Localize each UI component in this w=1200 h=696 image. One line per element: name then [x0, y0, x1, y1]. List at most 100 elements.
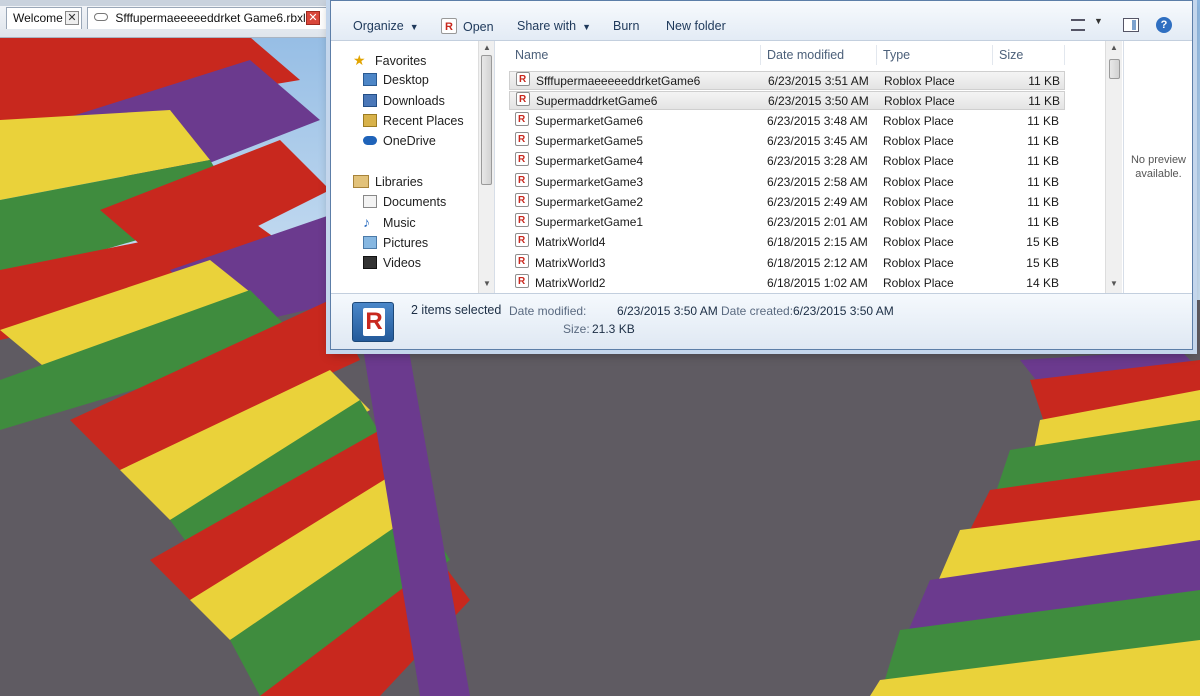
burn-label: Burn	[613, 19, 640, 33]
file-name: SupermarketGame1	[535, 215, 644, 230]
share-with-button[interactable]: Share with ▼	[517, 15, 591, 37]
nav-downloads-label: Downloads	[383, 94, 445, 108]
file-row[interactable]: R SupermarketGame2 6/23/2015 2:49 AM Roblox…	[509, 192, 1065, 212]
roblox-icon: R	[515, 111, 529, 126]
help-icon[interactable]: ?	[1156, 17, 1172, 33]
nav-documents-label: Documents	[383, 195, 447, 209]
roblox-icon: R	[441, 18, 457, 34]
nav-scroll-thumb[interactable]	[481, 55, 492, 185]
file-name: SupermarketGame5	[535, 133, 644, 148]
tab-welcome-label: Welcome	[13, 11, 63, 25]
file-date-modified: 6/23/2015 3:48 AM	[767, 113, 868, 128]
file-name: MatrixWorld2	[535, 276, 606, 290]
close-icon[interactable]: ✕	[306, 11, 320, 25]
nav-libraries-label: Libraries	[375, 175, 423, 189]
nav-scrollbar[interactable]: ▲ ▼	[478, 41, 494, 293]
file-type: Roblox Place	[884, 94, 955, 109]
cloud-icon	[94, 13, 108, 21]
file-name: SfffupermaeeeeeddrketGame6	[536, 74, 701, 88]
file-list-scrollbar[interactable]: ▲ ▼	[1105, 41, 1122, 293]
preview-pane-icon[interactable]	[1123, 18, 1139, 32]
roblox-icon: R	[515, 131, 529, 146]
nav-onedrive[interactable]: OneDrive	[363, 131, 436, 151]
column-header-type[interactable]: Type	[877, 45, 993, 65]
chevron-down-icon[interactable]: ▼	[1094, 16, 1103, 26]
file-type: Roblox Place	[883, 255, 954, 270]
file-date-modified: 6/18/2015 2:12 AM	[767, 255, 868, 270]
nav-pictures[interactable]: Pictures	[363, 233, 428, 253]
file-row[interactable]: R MatrixWorld4 6/18/2015 2:15 AM Roblox Pla…	[509, 233, 1065, 252]
file-date-modified: 6/23/2015 2:49 AM	[767, 194, 868, 209]
studio-toolbar	[0, 0, 330, 6]
file-row[interactable]: R SupermarketGame6 6/23/2015 3:48 AM Roblox…	[509, 111, 1065, 131]
tab-place-file[interactable]: Sfffupermaeeeeeddrket Game6.rbxl ✕	[87, 7, 327, 29]
nav-libraries[interactable]: Libraries	[353, 172, 423, 192]
scroll-up-icon[interactable]: ▲	[482, 43, 492, 52]
file-type: Roblox Place	[883, 215, 954, 230]
file-list-scroll-thumb[interactable]	[1109, 59, 1120, 79]
nav-videos[interactable]: Videos	[363, 253, 421, 273]
file-date-modified: 6/23/2015 2:58 AM	[767, 174, 868, 189]
date-created-value: 6/23/2015 3:50 AM	[793, 304, 894, 318]
nav-recent-places[interactable]: Recent Places	[363, 111, 464, 131]
roblox-icon: R	[515, 233, 529, 248]
nav-favorites[interactable]: ★ Favorites	[353, 50, 426, 70]
nav-pictures-label: Pictures	[383, 236, 429, 250]
scroll-up-icon[interactable]: ▲	[1109, 43, 1119, 52]
navigation-pane: ★ Favorites Desktop Downloads Recent Plac…	[331, 41, 495, 293]
explorer-window: Organize ▼ R Open Share with ▼ Burn New fol…	[330, 0, 1193, 350]
new-folder-button[interactable]: New folder	[666, 15, 726, 37]
nav-documents[interactable]: Documents	[363, 192, 446, 212]
scroll-down-icon[interactable]: ▼	[482, 279, 492, 288]
file-row[interactable]: R SupermaddrketGame6 6/23/2015 3:50 AM Robl…	[509, 91, 1065, 111]
command-bar: Organize ▼ R Open Share with ▼ Burn New fol…	[331, 1, 1192, 41]
view-options-icon[interactable]	[1071, 19, 1085, 31]
nav-music[interactable]: ♪ Music	[363, 212, 416, 232]
cloud-icon	[363, 136, 377, 145]
organize-button[interactable]: Organize ▼	[353, 15, 419, 37]
tab-welcome[interactable]: Welcome ✕	[6, 7, 82, 29]
no-preview-text: No preview available.	[1130, 154, 1187, 180]
file-size: 11 KB	[1028, 74, 1060, 88]
file-row[interactable]: R SupermarketGame1 6/23/2015 2:01 AM Roblox…	[509, 213, 1065, 232]
star-icon: ★	[353, 52, 366, 68]
file-name: SupermarketGame2	[535, 194, 644, 209]
file-size: 11 KB	[1027, 194, 1059, 209]
file-name: SupermarketGame3	[535, 174, 644, 189]
size-label: Size:	[563, 322, 590, 336]
music-icon: ♪	[363, 214, 370, 230]
open-label: Open	[463, 20, 494, 34]
file-name: MatrixWorld3	[535, 255, 606, 270]
file-row[interactable]: R MatrixWorld3 6/18/2015 2:12 AM Roblox Pla…	[509, 253, 1065, 273]
nav-music-label: Music	[383, 216, 416, 230]
nav-desktop[interactable]: Desktop	[363, 70, 429, 90]
file-list: Name Date modified Type Size R Sfffuperma…	[501, 41, 1123, 293]
chevron-down-icon: ▼	[582, 22, 591, 32]
scroll-down-icon[interactable]: ▼	[1109, 279, 1119, 288]
column-header-size[interactable]: Size	[993, 45, 1065, 65]
roblox-icon: R	[515, 253, 529, 268]
column-header-name[interactable]: Name	[509, 45, 761, 65]
file-date-modified: 6/23/2015 3:45 AM	[767, 133, 868, 148]
library-icon	[353, 175, 369, 188]
file-size: 11 KB	[1027, 215, 1059, 230]
file-row[interactable]: R SfffupermaeeeeeddrketGame6 6/23/2015 3:5…	[509, 71, 1065, 90]
burn-button[interactable]: Burn	[613, 15, 639, 37]
column-header-date-modified[interactable]: Date modified	[761, 45, 877, 65]
file-row[interactable]: R SupermarketGame5 6/23/2015 3:45 AM Roblox…	[509, 131, 1065, 151]
roblox-icon: R	[515, 274, 529, 288]
roblox-icon: R	[516, 72, 530, 86]
roblox-icon: R	[352, 302, 394, 342]
recent-places-icon	[363, 114, 377, 127]
chevron-down-icon: ▼	[409, 22, 419, 32]
file-row[interactable]: R SupermarketGame3 6/23/2015 2:58 AM Roblox…	[509, 172, 1065, 192]
file-type: Roblox Place	[883, 194, 954, 209]
open-button[interactable]: R Open	[441, 15, 494, 37]
file-row[interactable]: R MatrixWorld2 6/18/2015 1:02 AM Roblox Pla…	[509, 274, 1065, 293]
file-name: SupermarketGame6	[535, 113, 644, 128]
file-row[interactable]: R SupermarketGame4 6/23/2015 3:28 AM Roblox…	[509, 152, 1065, 171]
file-date-modified: 6/23/2015 3:28 AM	[767, 154, 868, 169]
close-icon[interactable]: ✕	[65, 11, 79, 25]
selected-count: 2 items selected	[411, 303, 502, 317]
nav-downloads[interactable]: Downloads	[363, 91, 445, 111]
